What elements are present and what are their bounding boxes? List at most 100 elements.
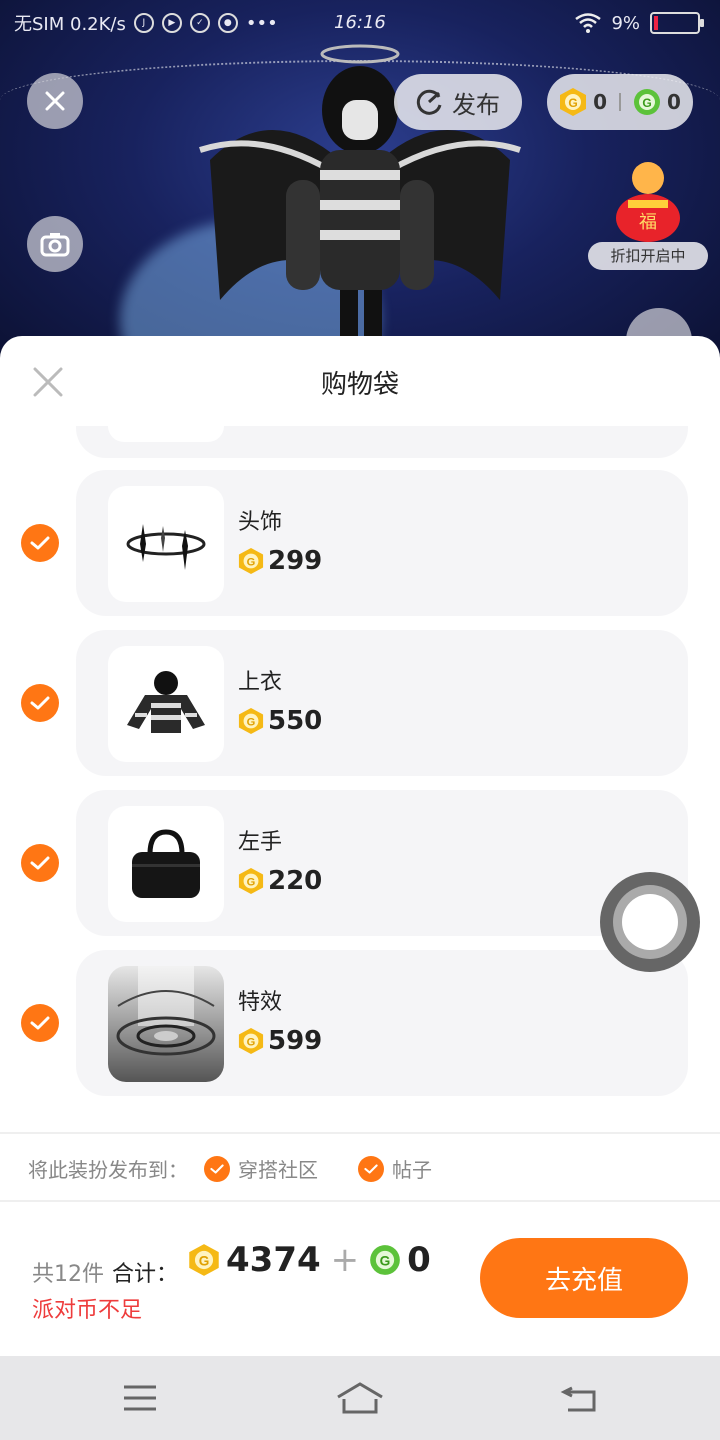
item-name: 特效 — [238, 990, 283, 1015]
item-price: G 550 — [238, 706, 322, 736]
publish-to-row: 将此装扮发布到： 穿搭社区 帖子 — [28, 1154, 432, 1183]
discount-promo[interactable]: 福 折扣开启中 — [588, 150, 708, 270]
lucky-bag-icon: 福 — [616, 162, 680, 242]
svg-text:G: G — [247, 877, 256, 889]
gold-coin-count: 0 — [593, 90, 607, 114]
divider — [0, 1200, 720, 1202]
plus-sign: + — [330, 1240, 360, 1280]
item-checkbox[interactable] — [21, 844, 59, 882]
check-icon — [30, 1016, 50, 1030]
back-icon — [560, 1386, 596, 1412]
close-icon — [45, 91, 65, 111]
coin-divider — [619, 93, 621, 111]
vpn-icon: J — [133, 13, 154, 33]
publish-label: 发布 — [452, 90, 500, 119]
top-thumbnail — [108, 646, 224, 762]
divider — [0, 1132, 720, 1134]
item-name: 上衣 — [238, 670, 283, 695]
item-name: 头饰 — [238, 510, 283, 535]
publish-option-post[interactable]: 帖子 — [358, 1154, 432, 1183]
green-coin-icon: G — [370, 1245, 400, 1275]
assistive-ring — [613, 885, 687, 959]
item-count: 共12件 — [32, 1262, 104, 1287]
item-price-value: 599 — [268, 1026, 323, 1056]
effect-thumbnail — [108, 966, 224, 1082]
partial-item-thumb — [108, 426, 224, 442]
green-coin-icon: G — [634, 89, 660, 115]
publish-to-label: 将此装扮发布到： — [28, 1158, 188, 1182]
item-checkbox[interactable] — [21, 524, 59, 562]
svg-text:G: G — [568, 96, 577, 110]
check-icon — [30, 856, 50, 870]
svg-text:G: G — [642, 96, 651, 110]
item-price: G 299 — [238, 546, 322, 576]
more-icon: ••• — [245, 12, 278, 34]
clock: 16:16 — [334, 12, 386, 33]
item-card: 头饰 G 299 — [76, 470, 688, 616]
option-checkbox[interactable] — [204, 1155, 230, 1182]
item-card: 特效 G 599 — [76, 950, 688, 1096]
partial-item-card — [76, 426, 688, 458]
assistive-touch-button[interactable] — [600, 872, 700, 972]
nav-home-button[interactable] — [330, 1376, 390, 1420]
nav-back-button[interactable] — [550, 1376, 610, 1420]
svg-text:G: G — [380, 1254, 391, 1269]
sheet-title: 购物袋 — [320, 370, 399, 400]
svg-text:福: 福 — [639, 212, 657, 233]
item-name: 左手 — [238, 830, 283, 855]
nav-menu-button[interactable] — [110, 1376, 170, 1420]
shield-icon: ✓ — [189, 13, 210, 33]
insufficient-warning: 派对币不足 — [32, 1298, 143, 1323]
menu-icon — [124, 1385, 156, 1411]
close-scene-button[interactable] — [27, 73, 83, 129]
gold-coin-icon: G — [189, 1244, 219, 1276]
item-checkbox[interactable] — [21, 1004, 59, 1042]
total-green-value: 0 — [407, 1240, 431, 1280]
handbag-thumbnail — [108, 806, 224, 922]
item-card: 上衣 G 550 — [76, 630, 688, 776]
gold-coin-icon: G — [238, 708, 264, 734]
sheet-header: 购物袋 — [0, 336, 720, 426]
item-price: G 220 — [238, 866, 322, 896]
item-price-value: 299 — [268, 546, 323, 576]
gold-coin-icon: G — [238, 1028, 264, 1054]
status-bar: 无SIM 0.2K/s J ▶ ✓ ● ••• 16:16 9% — [0, 0, 720, 46]
battery-icon — [650, 12, 704, 34]
recharge-button[interactable]: 去充值 — [480, 1238, 688, 1318]
planet-icon: ● — [217, 13, 238, 33]
coin-balance[interactable]: G 0 G 0 — [547, 74, 693, 130]
cart-item[interactable]: 头饰 G 299 — [0, 470, 720, 616]
refresh-publish-icon — [416, 89, 442, 115]
cart-item[interactable]: 上衣 G 550 — [0, 630, 720, 776]
green-coin-count: 0 — [667, 90, 681, 114]
item-price-value: 550 — [268, 706, 323, 736]
check-icon — [364, 1163, 378, 1174]
total-price: G 4374 + G 0 — [188, 1240, 431, 1280]
cart-item[interactable]: 特效 G 599 — [0, 950, 720, 1096]
check-icon — [30, 696, 50, 710]
svg-text:G: G — [199, 1254, 210, 1269]
play-icon: ▶ — [161, 13, 182, 33]
carrier-text: 无SIM 0.2K/s — [14, 14, 126, 35]
item-price-value: 220 — [268, 866, 323, 896]
system-nav-bar — [0, 1356, 720, 1440]
wifi-icon — [575, 13, 602, 33]
shopping-bag-sheet: 购物袋 头饰 G 299 上衣 G 550 左手 G 220 特效 G 599 … — [0, 336, 720, 1356]
item-checkbox[interactable] — [21, 684, 59, 722]
total-label: 合计： — [112, 1262, 179, 1287]
svg-text:G: G — [247, 557, 256, 569]
option-checkbox[interactable] — [358, 1155, 384, 1182]
item-price: G 599 — [238, 1026, 322, 1056]
camera-button[interactable] — [27, 216, 83, 272]
check-icon — [210, 1163, 224, 1174]
camera-icon — [40, 233, 70, 257]
total-gold-value: 4374 — [226, 1240, 321, 1280]
gold-coin-icon: G — [238, 868, 264, 894]
publish-button[interactable]: 发布 — [394, 74, 522, 130]
discount-label: 折扣开启中 — [588, 242, 708, 270]
home-icon — [337, 1382, 383, 1414]
publish-option-community[interactable]: 穿搭社区 — [204, 1154, 318, 1183]
svg-text:G: G — [247, 1037, 256, 1049]
checkout-summary: 共12件 合计： 派对币不足 — [32, 1236, 178, 1324]
battery-percent: 9% — [611, 12, 640, 34]
